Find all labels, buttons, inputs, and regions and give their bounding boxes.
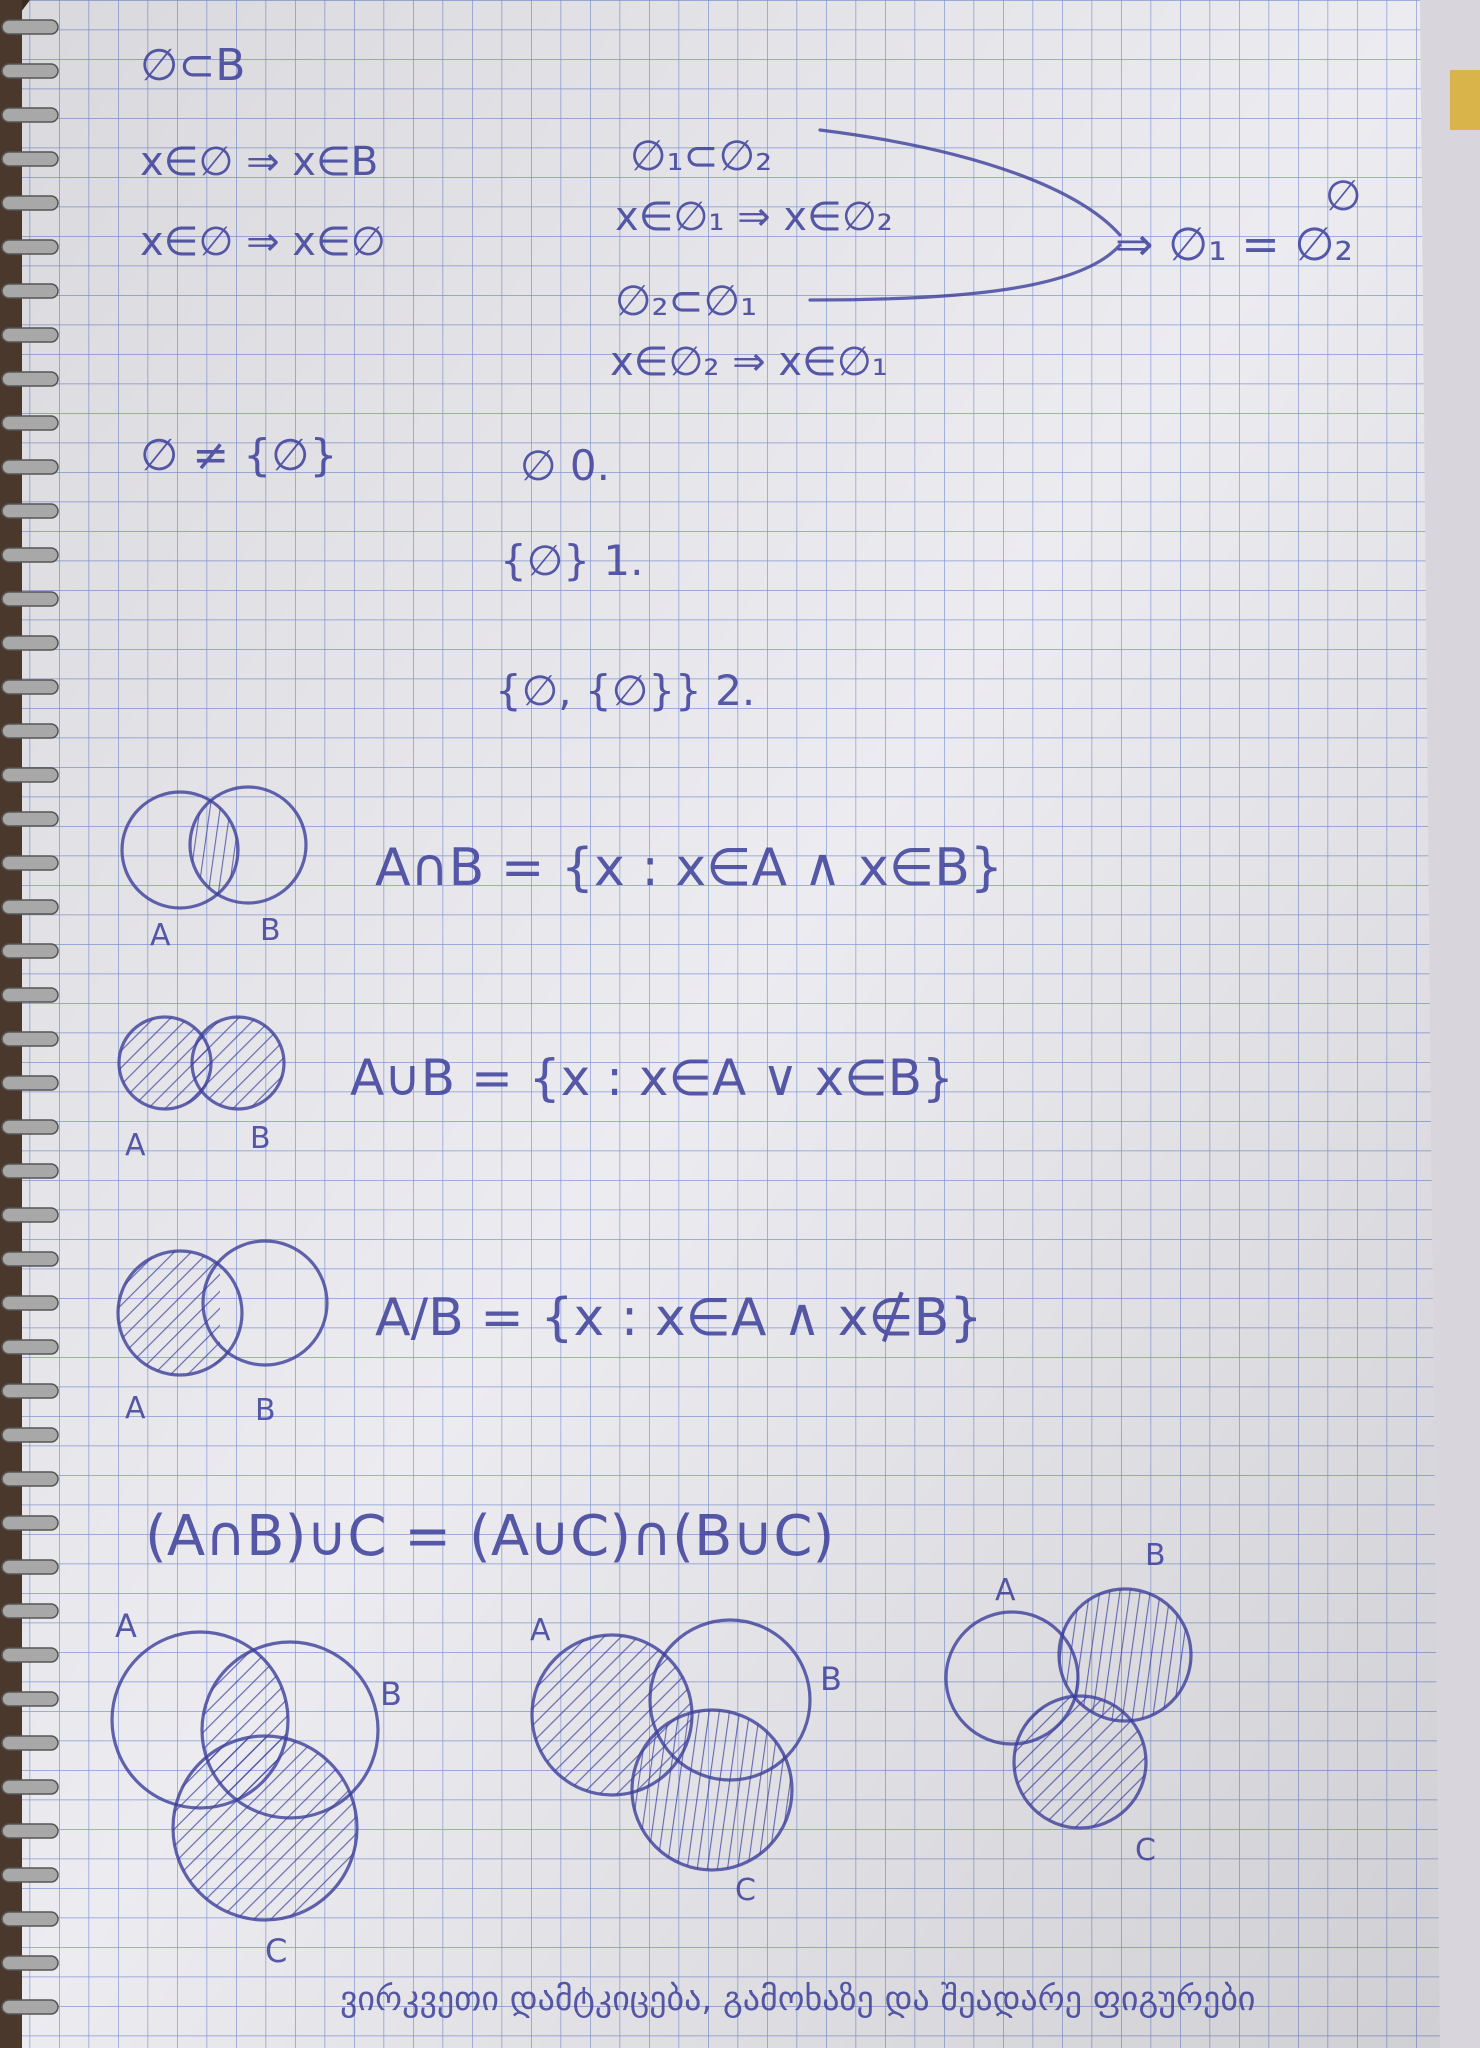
footer-note: ვირკვეთი დამტკიცება, გამოხაზე და შეადარე… <box>340 1979 1256 2019</box>
spiral-ring <box>1 1515 59 1531</box>
spiral-ring <box>1 635 59 651</box>
note-count-0: ∅ 0. <box>520 441 610 490</box>
spiral-ring <box>1 1735 59 1751</box>
note-sub-1: ∅₁⊂∅₂ <box>630 131 772 180</box>
note-count-2: {∅, {∅}} 2. <box>495 666 755 715</box>
spiral-ring <box>1 283 59 299</box>
spiral-ring <box>1 1031 59 1047</box>
label-c: C <box>735 1873 756 1908</box>
spiral-ring <box>1 19 59 35</box>
label-b: B <box>250 1121 271 1156</box>
note-subset: ∅⊂B <box>140 40 245 91</box>
spiral-ring <box>1 107 59 123</box>
note-not-equal: ∅ ≠ {∅} <box>140 430 337 481</box>
label-a: A <box>125 1128 146 1163</box>
spiral-ring <box>1 855 59 871</box>
spiral-ring <box>1 1999 59 2015</box>
formula-intersection: A∩B = {x : x∈A ∧ x∈B} <box>375 838 1003 898</box>
spiral-ring <box>1 899 59 915</box>
note-sub-2: x∈∅₁ ⇒ x∈∅₂ <box>615 194 893 240</box>
spiral-ring <box>1 371 59 387</box>
spiral-ring <box>1 63 59 79</box>
note-implication-1: x∈∅ ⇒ x∈B <box>140 139 378 185</box>
label-c: C <box>1135 1833 1156 1868</box>
label-b: B <box>380 1675 402 1713</box>
label-b: B <box>255 1393 276 1428</box>
spiral-ring <box>1 1295 59 1311</box>
note-sub-4: x∈∅₂ ⇒ x∈∅₁ <box>610 339 888 385</box>
spiral-ring <box>1 1339 59 1355</box>
spiral-ring <box>1 1119 59 1135</box>
label-a: A <box>530 1613 551 1648</box>
spiral-ring <box>1 327 59 343</box>
formula-distributive: (A∩B)∪C = (A∪C)∩(B∪C) <box>145 1504 834 1569</box>
spiral-ring <box>1 151 59 167</box>
label-c: C <box>265 1932 287 1970</box>
spiral-ring <box>1 1383 59 1399</box>
spiral-ring <box>1 591 59 607</box>
notebook-photo: ∅⊂B x∈∅ ⇒ x∈B x∈∅ ⇒ x∈∅ ∅₁⊂∅₂ x∈∅₁ ⇒ x∈∅… <box>0 0 1480 2048</box>
label-b: B <box>260 913 281 948</box>
spiral-ring <box>1 195 59 211</box>
spiral-ring <box>1 1911 59 1927</box>
label-a: A <box>995 1573 1016 1608</box>
spiral-ring <box>1 415 59 431</box>
label-b: B <box>820 1660 842 1698</box>
spiral-ring <box>1 1163 59 1179</box>
formula-difference: A/B = {x : x∈A ∧ x∉B} <box>375 1288 982 1348</box>
spiral-ring <box>1 1251 59 1267</box>
spiral-ring <box>1 459 59 475</box>
spiral-ring <box>1 1691 59 1707</box>
label-a: A <box>115 1607 137 1645</box>
spiral-ring <box>1 987 59 1003</box>
spiral-ring <box>1 547 59 563</box>
spiral-ring <box>1 1471 59 1487</box>
spiral-ring <box>1 811 59 827</box>
spiral-ring <box>1 1603 59 1619</box>
spiral-ring <box>1 679 59 695</box>
label-a: A <box>125 1391 146 1426</box>
spiral-ring <box>1 723 59 739</box>
spiral-ring <box>1 1823 59 1839</box>
spiral-ring <box>1 1207 59 1223</box>
spiral-ring <box>1 1075 59 1091</box>
label-b: B <box>1145 1538 1166 1573</box>
spiral-ring <box>1 943 59 959</box>
note-count-1: {∅} 1. <box>500 536 643 585</box>
spiral-ring <box>1 1867 59 1883</box>
note-empty: ∅ <box>1325 171 1362 220</box>
pencil-tip <box>1450 70 1480 130</box>
spiral-ring <box>1 1559 59 1575</box>
note-conclusion: ⇒ ∅₁ = ∅₂ <box>1115 217 1353 271</box>
note-implication-2: x∈∅ ⇒ x∈∅ <box>140 219 386 265</box>
spiral-ring <box>1 1427 59 1443</box>
spiral-ring <box>1 767 59 783</box>
spiral-ring <box>1 503 59 519</box>
note-sub-3: ∅₂⊂∅₁ <box>615 276 757 325</box>
label-a: A <box>150 918 171 953</box>
formula-union: A∪B = {x : x∈A ∨ x∈B} <box>350 1049 954 1107</box>
spiral-ring <box>1 1779 59 1795</box>
spiral-ring <box>1 239 59 255</box>
spiral-ring <box>1 1955 59 1971</box>
spiral-ring <box>1 1647 59 1663</box>
